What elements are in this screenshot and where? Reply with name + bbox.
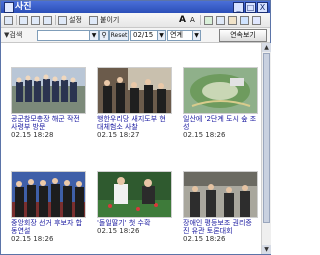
close-button[interactable]: X: [257, 2, 268, 13]
minimize-button[interactable]: _: [233, 2, 244, 13]
settings-button[interactable]: 설정: [58, 15, 82, 25]
chevron-down-icon[interactable]: ▼: [157, 30, 166, 41]
caption-time: 02.15 18:26: [97, 227, 140, 235]
scope-select[interactable]: 연계: [167, 30, 195, 41]
photo-thumbnail[interactable]: [11, 67, 86, 114]
caption-text[interactable]: 장애인 평등보조 권리증진 유관 토론대회: [183, 219, 257, 235]
photo-thumbnail[interactable]: [97, 67, 172, 114]
caption-time: 02.15 18:26: [11, 235, 54, 243]
font-decrease-button[interactable]: A: [190, 15, 195, 25]
scrollbar-thumb[interactable]: [263, 53, 270, 223]
paste-button[interactable]: 붙이기: [89, 15, 119, 25]
toolbar: 설정 붙이기 A A: [1, 13, 270, 28]
photo-item[interactable]: 행한우리당 새지도부 현대체험소 사찰 02.15 18:27: [87, 43, 172, 143]
date-select[interactable]: 02/15: [130, 30, 160, 41]
photo-grid: 공군참모총장 해군 작전사령부 방문 02.15 18:28 행한우리당 새지도…: [1, 43, 261, 254]
paste-label: 붙이기: [100, 16, 120, 24]
font-increase-button[interactable]: A: [179, 15, 186, 25]
view-icon[interactable]: [43, 15, 52, 25]
vertical-scrollbar[interactable]: ▲ ▼: [261, 43, 271, 254]
scroll-up-icon[interactable]: ▲: [262, 43, 271, 52]
copy-icon[interactable]: [216, 15, 225, 25]
continuous-view-button[interactable]: 연속보기: [219, 29, 267, 42]
separator: [55, 15, 56, 25]
caption-text[interactable]: 중앙회장 선거 후보자 합동연설: [11, 219, 85, 235]
title-bar: 사진 _ □ X: [1, 1, 270, 13]
photo-caption[interactable]: 장애인 평등보조 권리증진 유관 토론대회 02.15 18:26: [183, 219, 257, 243]
photo-caption[interactable]: 일산에 '2단계 도시 숲 조성 02.15 18:26: [183, 115, 257, 139]
search-input[interactable]: [37, 30, 93, 41]
photo-caption[interactable]: 행한우리당 새지도부 현대체험소 사찰 02.15 18:27: [97, 115, 171, 139]
app-icon: [4, 2, 14, 13]
caption-text[interactable]: 공군참모총장 해군 작전사령부 방문: [11, 115, 85, 131]
caption-text[interactable]: '돌일딸기' 첫 수확: [97, 219, 171, 227]
print-icon[interactable]: [19, 15, 28, 25]
save-icon[interactable]: [31, 15, 40, 25]
photo-item[interactable]: 장애인 평등보조 권리증진 유관 토론대회 02.15 18:26: [173, 147, 258, 247]
separator: [16, 15, 17, 25]
search-icon[interactable]: ⚲: [99, 30, 109, 41]
photo-caption[interactable]: 중앙회장 선거 후보자 합동연설 02.15 18:26: [11, 219, 85, 243]
photo-thumbnail[interactable]: [11, 171, 86, 218]
photo-thumbnail[interactable]: [183, 171, 258, 218]
grid-icon[interactable]: [228, 15, 237, 25]
window-title: 사진: [15, 2, 32, 12]
search-label: ▼검색: [4, 31, 23, 39]
separator: [200, 15, 201, 25]
photo-caption[interactable]: '돌일딸기' 첫 수확 02.15 18:26: [97, 219, 171, 235]
chevron-down-icon[interactable]: ▼: [192, 30, 201, 41]
caption-time: 02.15 18:26: [183, 131, 226, 139]
maximize-button[interactable]: □: [245, 2, 256, 13]
help-icon[interactable]: [252, 15, 261, 25]
photo-item[interactable]: 중앙회장 선거 후보자 합동연설 02.15 18:26: [1, 147, 86, 247]
caption-text[interactable]: 일산에 '2단계 도시 숲 조성: [183, 115, 257, 131]
search-dropdown-icon[interactable]: ▼: [89, 30, 99, 41]
photo-thumbnail[interactable]: [183, 67, 258, 114]
photo-thumbnail[interactable]: [97, 171, 172, 218]
refresh-icon[interactable]: [204, 15, 213, 25]
search-bar: ▼검색 ▼ ⚲ Reset 02/15 ▼ 연계 ▼ 연속보기: [1, 28, 270, 43]
photo-window: 사진 _ □ X 설정 붙이기 A A ▼검색 ▼ ⚲ Reset 02/15 …: [0, 0, 271, 255]
caption-time: 02.15 18:28: [11, 131, 54, 139]
layout-icon[interactable]: [240, 15, 249, 25]
photo-item[interactable]: 공군참모총장 해군 작전사령부 방문 02.15 18:28: [1, 43, 86, 143]
photo-item[interactable]: '돌일딸기' 첫 수확 02.15 18:26: [87, 147, 172, 247]
settings-label: 설정: [69, 16, 82, 24]
reset-button[interactable]: Reset: [109, 30, 129, 41]
photo-caption[interactable]: 공군참모총장 해군 작전사령부 방문 02.15 18:28: [11, 115, 85, 139]
caption-time: 02.15 18:26: [183, 235, 226, 243]
caption-time: 02.15 18:27: [97, 131, 140, 139]
settings-icon: [58, 15, 67, 25]
new-icon[interactable]: [4, 15, 13, 25]
photo-item[interactable]: 일산에 '2단계 도시 숲 조성 02.15 18:26: [173, 43, 258, 143]
caption-text[interactable]: 행한우리당 새지도부 현대체험소 사찰: [97, 115, 171, 131]
paste-icon: [89, 15, 98, 25]
scroll-down-icon[interactable]: ▼: [262, 245, 271, 254]
